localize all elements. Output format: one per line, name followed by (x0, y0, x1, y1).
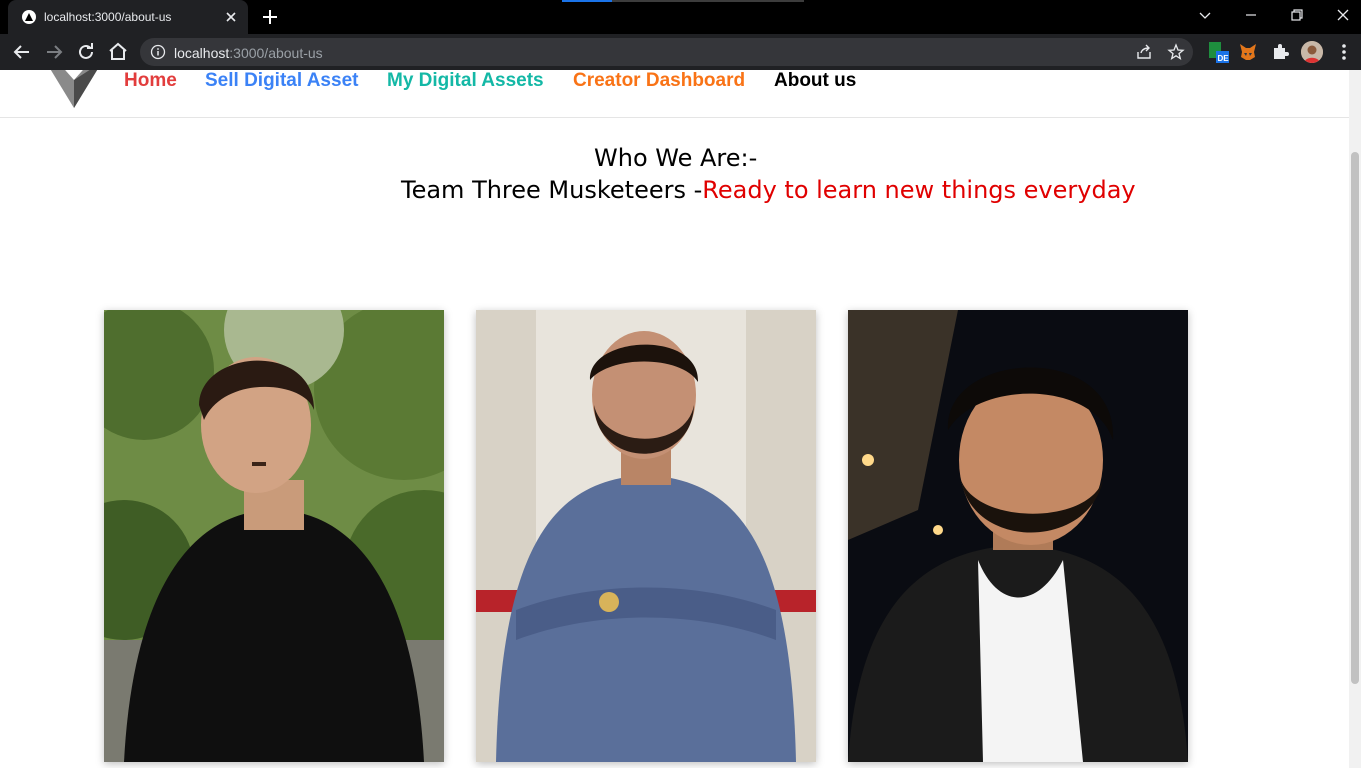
extensions-puzzle-icon[interactable] (1270, 42, 1290, 62)
nav-link-sell-digital-asset[interactable]: Sell Digital Asset (205, 70, 358, 92)
site-logo-icon[interactable] (44, 70, 104, 110)
nav-link-home[interactable]: Home (124, 70, 177, 92)
url-text[interactable]: localhost:3000/about-us (174, 45, 323, 61)
member-photo (104, 310, 444, 762)
tab-title: localhost:3000/about-us (44, 10, 172, 24)
site-info-icon[interactable] (150, 44, 166, 60)
browser-tab[interactable]: localhost:3000/about-us (8, 0, 248, 34)
share-icon[interactable] (1135, 43, 1153, 61)
team-name: Team Three Musketeers - (401, 176, 703, 204)
browser-menu-icon[interactable] (1336, 42, 1352, 62)
tab-search-chevron-icon[interactable] (1192, 4, 1218, 26)
svg-text:DE: DE (1218, 54, 1230, 63)
page-viewport: Home Sell Digital Asset My Digital Asset… (0, 70, 1361, 768)
new-tab-icon[interactable] (258, 6, 282, 28)
restore-icon[interactable] (1284, 4, 1310, 26)
close-tab-icon[interactable] (222, 8, 240, 26)
profile-avatar[interactable] (1301, 41, 1323, 63)
tagline-accent: Ready to learn new things everyday (702, 176, 1136, 204)
nav-link-about-us[interactable]: About us (774, 70, 856, 92)
site-navbar: Home Sell Digital Asset My Digital Asset… (0, 70, 1349, 118)
team-member-card (104, 310, 444, 762)
forward-arrow-icon[interactable] (42, 40, 66, 64)
about-heading: Who We Are:- (594, 144, 758, 172)
page-scrollbar[interactable] (1349, 70, 1361, 768)
team-tagline: Team Three Musketeers -Ready to learn ne… (401, 176, 1136, 204)
member-photo (476, 310, 816, 762)
home-icon[interactable] (106, 40, 130, 64)
member-photo (848, 310, 1188, 762)
tab-loading-indicator (562, 0, 612, 2)
bookmark-star-icon[interactable] (1167, 43, 1185, 61)
back-arrow-icon[interactable] (10, 40, 34, 64)
nav-link-my-digital-assets[interactable]: My Digital Assets (387, 70, 544, 92)
team-member-card (848, 310, 1188, 762)
minimize-icon[interactable] (1238, 4, 1264, 26)
tab-strip-divider (612, 0, 804, 2)
site-favicon-icon (22, 10, 36, 24)
reload-icon[interactable] (74, 40, 98, 64)
address-bar[interactable]: localhost:3000/about-us (140, 38, 1193, 66)
close-window-icon[interactable] (1330, 4, 1356, 26)
browser-tab-strip: localhost:3000/about-us (0, 0, 1361, 34)
scrollbar-thumb[interactable] (1351, 152, 1359, 684)
team-member-card (476, 310, 816, 762)
metamask-fox-icon[interactable] (1238, 42, 1258, 62)
nav-link-creator-dashboard[interactable]: Creator Dashboard (573, 70, 745, 92)
browser-toolbar: localhost:3000/about-us DE (0, 34, 1361, 70)
extension-dev-icon[interactable]: DE (1208, 42, 1230, 63)
